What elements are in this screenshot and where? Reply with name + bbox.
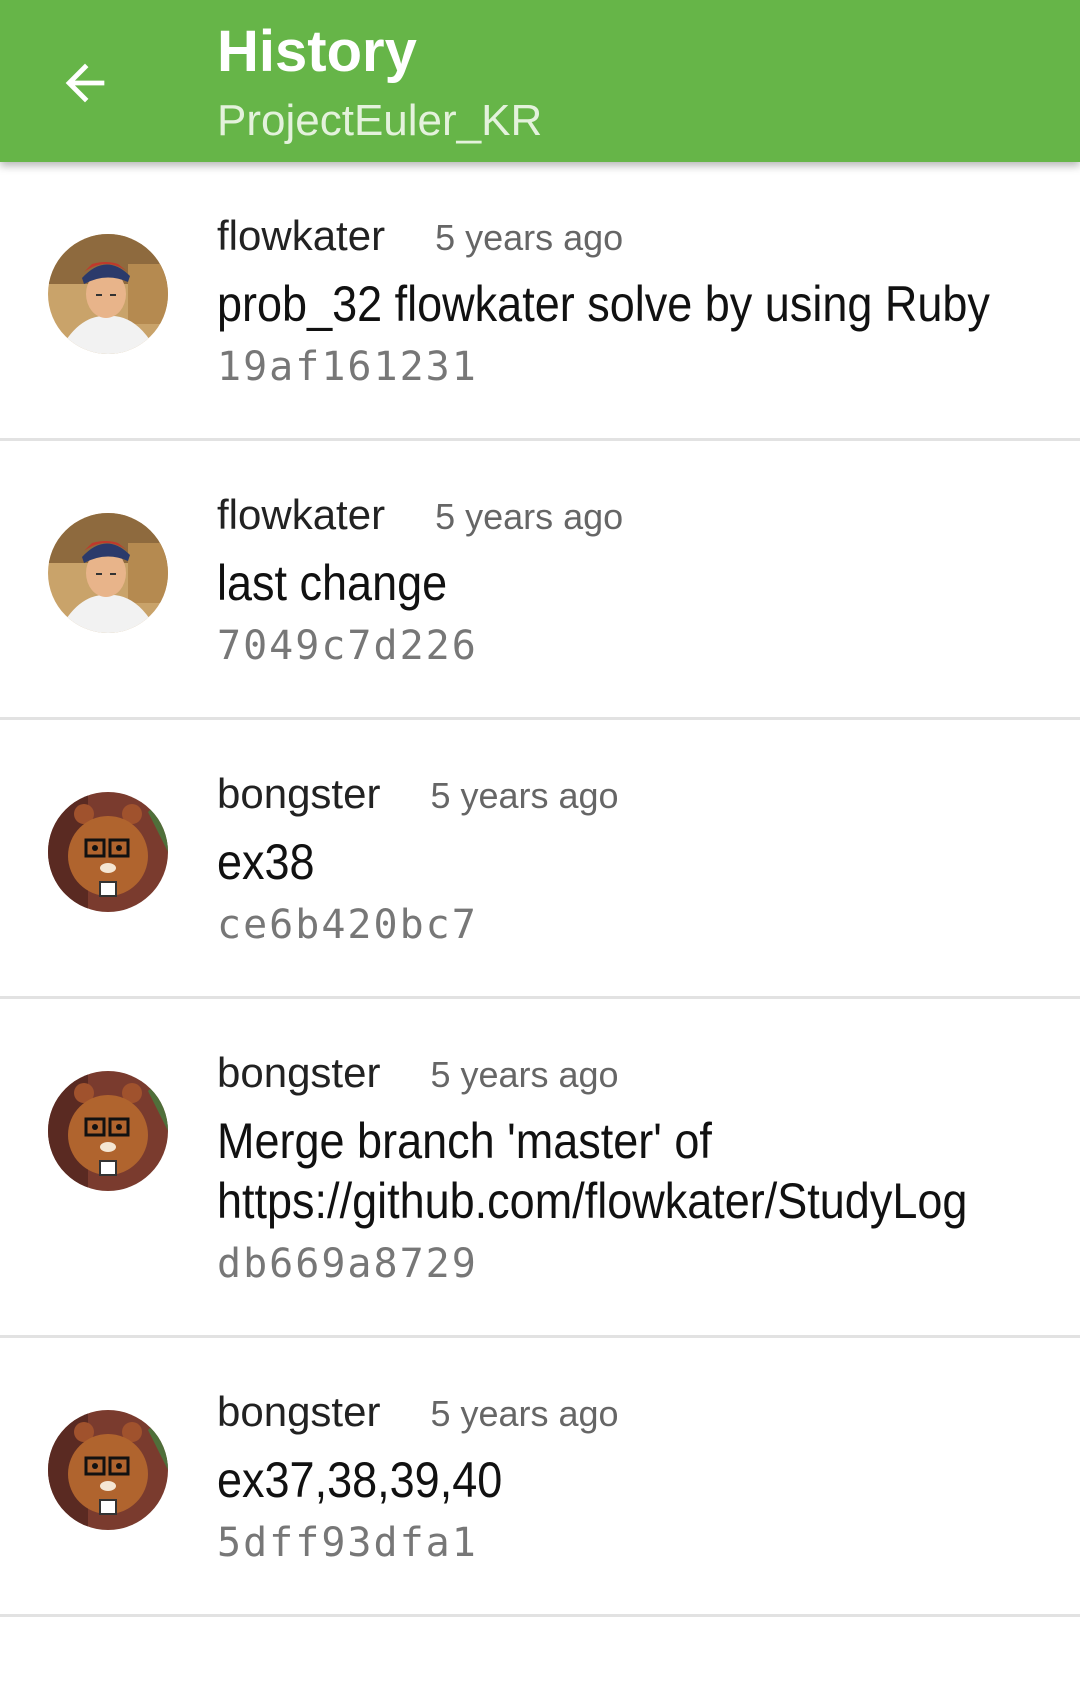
commit-row[interactable]: bongster 5 years ago Merge branch 'maste… bbox=[0, 999, 1080, 1338]
commit-message: last change bbox=[217, 555, 448, 611]
person-avatar-image bbox=[48, 234, 168, 354]
commit-meta: flowkater 5 years ago bbox=[217, 491, 1040, 547]
commit-time: 5 years ago bbox=[430, 1054, 619, 1095]
commit-sha: 7049c7d226 bbox=[217, 623, 478, 669]
commit-sha: ce6b420bc7 bbox=[217, 902, 478, 948]
author-name[interactable]: bongster bbox=[217, 1388, 380, 1436]
back-button[interactable] bbox=[40, 38, 130, 128]
commit-row[interactable]: bongster 5 years ago ex38 ce6b420bc7 bbox=[0, 720, 1080, 999]
commit-meta: flowkater 5 years ago bbox=[217, 212, 1040, 268]
commit-sha: 5dff93dfa1 bbox=[217, 1520, 478, 1566]
avatar[interactable] bbox=[48, 792, 168, 912]
commit-time: 5 years ago bbox=[430, 775, 619, 816]
commit-time: 5 years ago bbox=[435, 217, 624, 258]
commit-list: flowkater 5 years ago prob_32 flowkater … bbox=[0, 162, 1080, 1617]
commit-row[interactable]: flowkater 5 years ago prob_32 flowkater … bbox=[0, 162, 1080, 441]
author-name[interactable]: flowkater bbox=[217, 212, 385, 260]
commit-time: 5 years ago bbox=[430, 1393, 619, 1434]
commit-message: ex38 bbox=[217, 834, 315, 890]
commit-row[interactable]: flowkater 5 years ago last change 7049c7… bbox=[0, 441, 1080, 720]
commit-time: 5 years ago bbox=[435, 496, 624, 537]
avatar[interactable] bbox=[48, 234, 168, 354]
page-title: History bbox=[217, 19, 417, 84]
commit-sha: 19af161231 bbox=[217, 344, 478, 390]
commit-message: Merge branch 'master' of https://github.… bbox=[217, 1113, 968, 1229]
repo-name: ProjectEuler_KR bbox=[217, 96, 543, 145]
commit-message: ex37,38,39,40 bbox=[217, 1452, 503, 1508]
commit-meta: bongster 5 years ago bbox=[217, 770, 1040, 826]
avatar[interactable] bbox=[48, 1410, 168, 1530]
commit-message: prob_32 flowkater solve by using Ruby bbox=[217, 276, 990, 332]
author-name[interactable]: flowkater bbox=[217, 491, 385, 539]
arrow-back-icon bbox=[65, 63, 105, 103]
commit-row[interactable]: bongster 5 years ago ex37,38,39,40 5dff9… bbox=[0, 1338, 1080, 1617]
avatar[interactable] bbox=[48, 513, 168, 633]
author-name[interactable]: bongster bbox=[217, 770, 380, 818]
bear-avatar-image bbox=[48, 792, 168, 912]
person-avatar-image bbox=[48, 513, 168, 633]
commit-meta: bongster 5 years ago bbox=[217, 1049, 1040, 1105]
bear-avatar-image bbox=[48, 1410, 168, 1530]
author-name[interactable]: bongster bbox=[217, 1049, 380, 1097]
commit-sha: db669a8729 bbox=[217, 1241, 478, 1287]
bear-avatar-image bbox=[48, 1071, 168, 1191]
app-bar: History ProjectEuler_KR bbox=[0, 0, 1080, 162]
avatar[interactable] bbox=[48, 1071, 168, 1191]
commit-meta: bongster 5 years ago bbox=[217, 1388, 1040, 1444]
